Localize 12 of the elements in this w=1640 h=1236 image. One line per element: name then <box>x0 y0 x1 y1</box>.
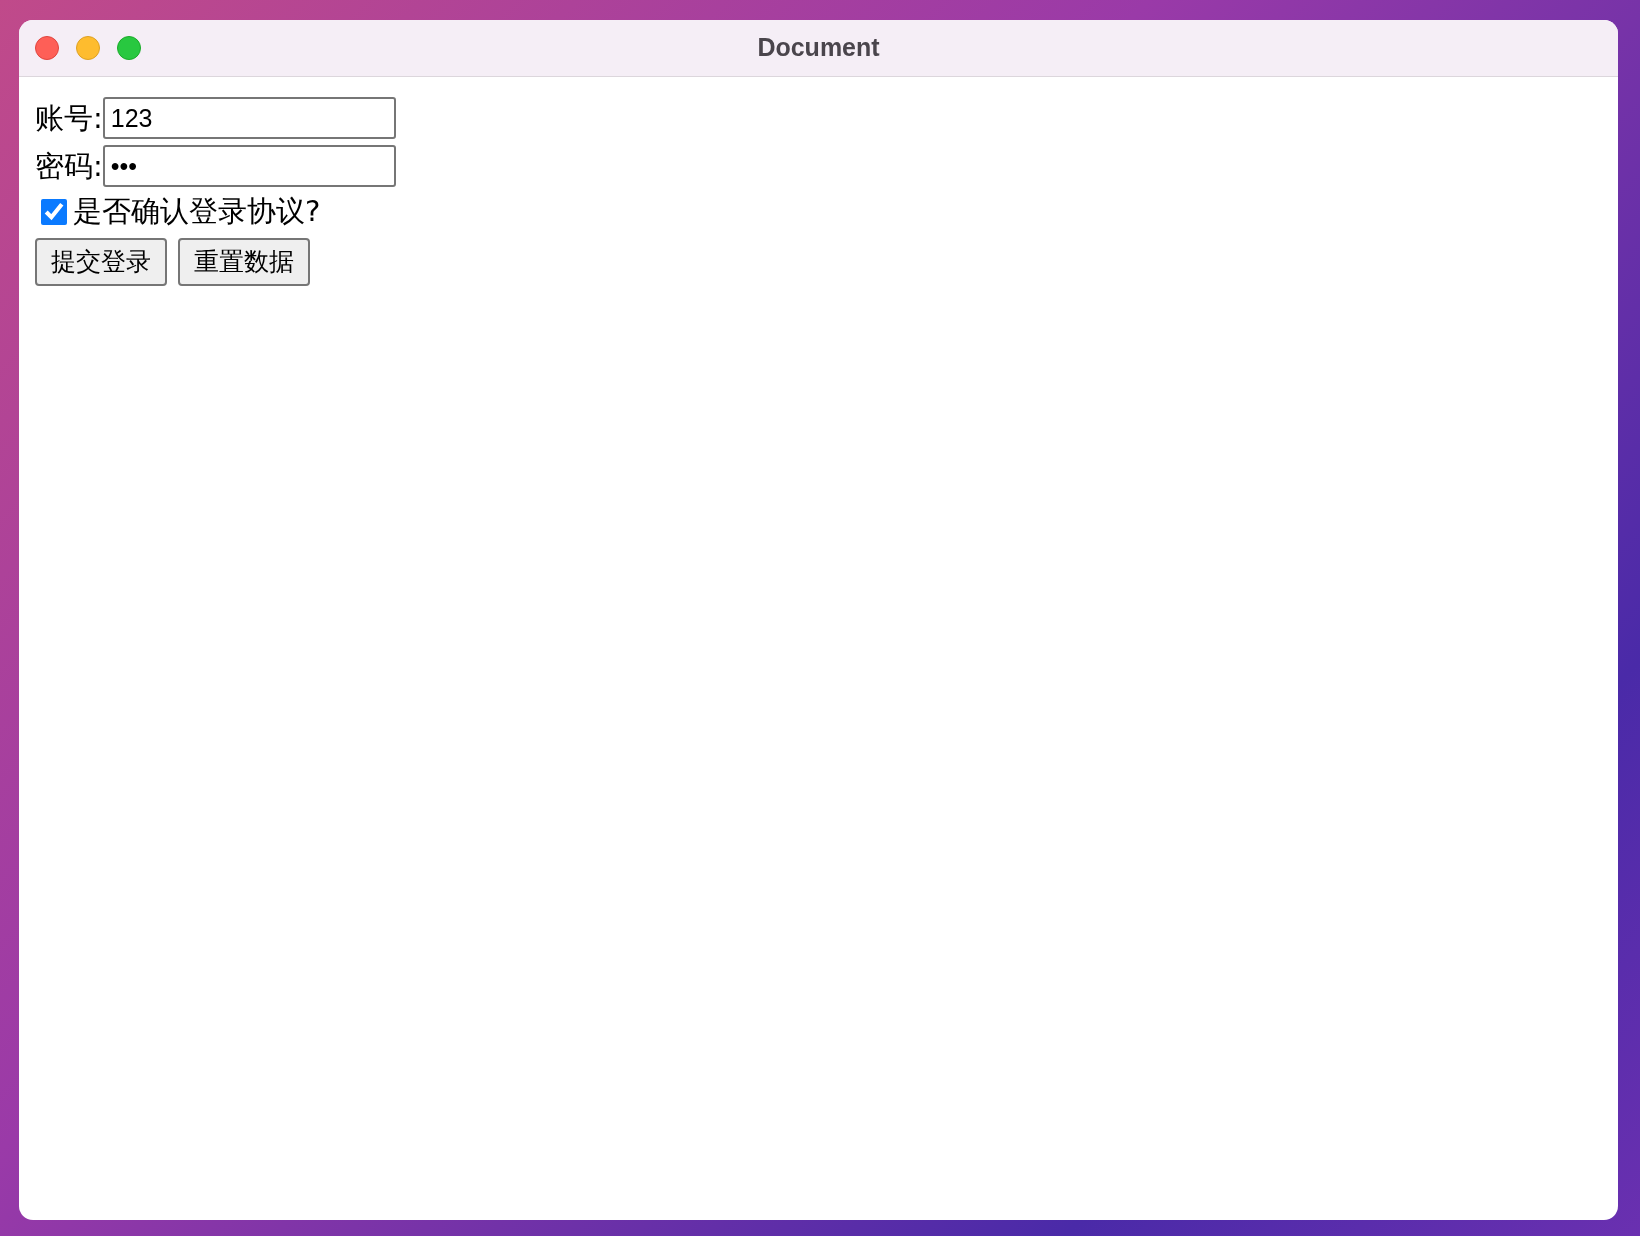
account-label: 账号: <box>35 100 103 137</box>
maximize-button[interactable] <box>117 36 141 60</box>
password-field[interactable]: ••• <box>102 145 396 187</box>
window-title: Document <box>757 32 880 64</box>
password-label: 密码: <box>35 148 103 185</box>
agreement-checkbox[interactable] <box>41 198 67 225</box>
agreement-label: 是否确认登录协议? <box>73 193 321 230</box>
close-button[interactable] <box>35 36 59 60</box>
form-button[interactable]: 重置数据 <box>178 237 310 286</box>
minimize-button[interactable] <box>76 36 100 60</box>
account-field[interactable]: 123 <box>102 97 396 139</box>
form-button[interactable]: 提交登录 <box>35 237 167 286</box>
